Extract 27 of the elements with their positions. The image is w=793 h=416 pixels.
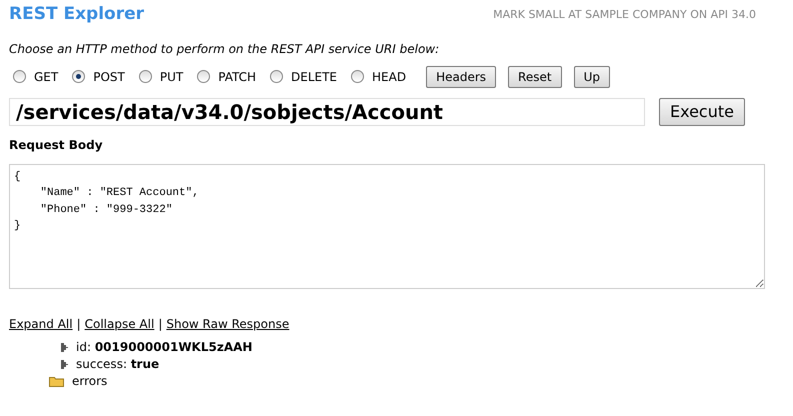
action-link[interactable]: Collapse All <box>84 314 154 332</box>
toolbar-button[interactable]: Up <box>574 66 610 88</box>
link-separator: | <box>76 316 81 332</box>
method-radio[interactable]: DELETE <box>270 68 338 86</box>
folder-icon <box>49 376 64 386</box>
page-title: REST Explorer <box>9 3 144 26</box>
bullet-icon <box>61 342 68 352</box>
link-separator: | <box>158 316 162 332</box>
action-link[interactable]: Expand All <box>9 314 73 332</box>
toolbar-button[interactable]: Reset <box>508 66 562 88</box>
section-label: Request Body <box>9 136 104 154</box>
method-radio[interactable]: POST <box>72 68 125 86</box>
tree-item-text: success: true <box>76 356 160 373</box>
action-link[interactable]: Show Raw Response <box>166 314 290 332</box>
bullet-icon <box>61 360 68 368</box>
method-radio[interactable]: PUT <box>138 68 184 86</box>
request-body-field[interactable]: { "Name" : "REST Account", "Phone" : "999-3322" } <box>9 164 765 288</box>
toolbar-button[interactable]: Headers <box>426 66 496 88</box>
method-radio[interactable]: PATCH <box>197 68 256 86</box>
method-radio[interactable]: GET <box>13 68 58 86</box>
user-info: MARK SMALL AT SAMPLE COMPANY ON API 34.0 <box>493 6 756 22</box>
execute-button[interactable]: Execute <box>659 98 745 126</box>
tree-item-text: id: 0019000001WKL5zAAH <box>76 339 252 356</box>
instruction-text: Choose an HTTP method to perform on the REST API service URI below: <box>9 40 440 58</box>
uri-field[interactable]: /services/data/v34.0/sobjects/Account <box>9 98 645 126</box>
method-radio[interactable]: HEAD <box>351 68 406 86</box>
tree-item-text: errors <box>72 373 108 390</box>
